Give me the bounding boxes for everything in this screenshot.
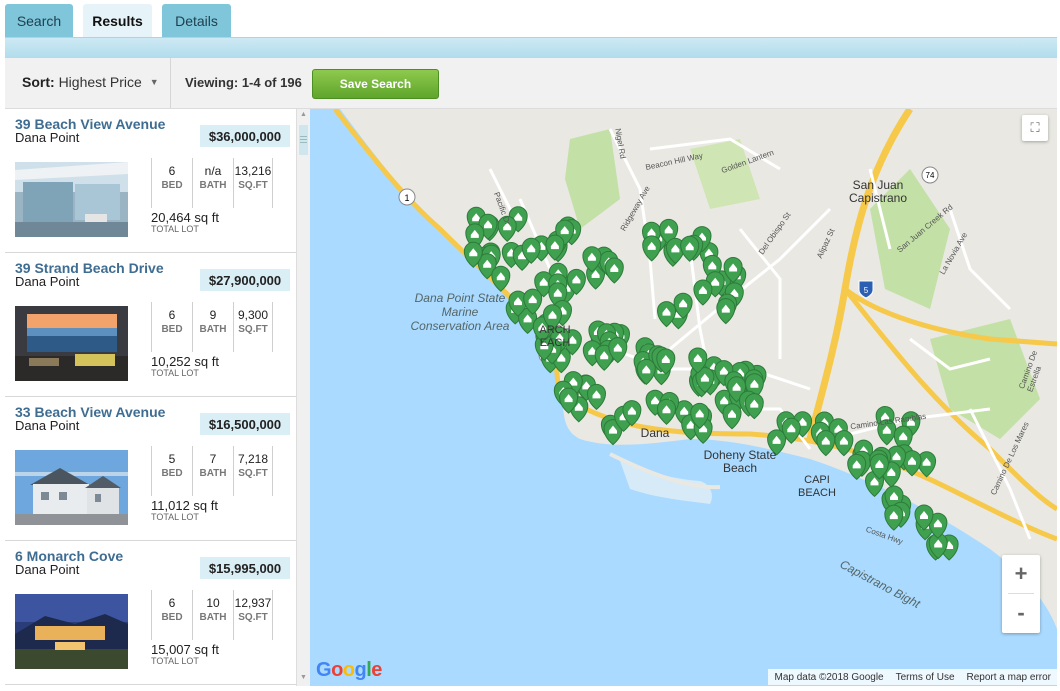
listing-photo[interactable] <box>15 594 128 669</box>
zoom-out-button[interactable]: - <box>1002 594 1040 632</box>
dana-label: Dana <box>640 426 670 440</box>
property-marker[interactable] <box>604 257 624 284</box>
listing-price: $27,900,000 <box>200 269 290 291</box>
save-search-button[interactable]: Save Search <box>312 69 439 99</box>
doheny-label: Doheny State Beach <box>703 448 777 475</box>
svg-text:1: 1 <box>404 193 409 203</box>
sort-dropdown[interactable]: Sort: Highest Price ▼ <box>22 74 159 90</box>
ocean <box>310 109 1057 686</box>
sqft-stat: 7,218 SQ.FT <box>233 446 273 496</box>
harbor-district-label: ARCH EACH <box>539 324 571 349</box>
property-marker[interactable] <box>716 298 736 325</box>
lot-size: 15,007 sq ft <box>151 642 219 657</box>
list-scrollbar[interactable]: ▲ ▼ <box>296 109 310 686</box>
listing-stats: 6 BED n/a BATH 13,216 SQ.FT <box>151 158 273 208</box>
zoom-in-button[interactable]: + <box>1002 555 1040 593</box>
listing-card[interactable]: 39 Beach View Avenue Dana Point $36,000,… <box>5 109 296 253</box>
listing-city: Dana Point <box>15 130 80 145</box>
grip-icon <box>300 136 307 137</box>
listing-stats: 6 BED 9 BATH 9,300 SQ.FT <box>151 302 273 352</box>
zoom-control: + - <box>1002 555 1040 633</box>
map-data-credit: Map data ©2018 Google <box>774 671 884 683</box>
google-logo[interactable]: Google <box>316 659 382 682</box>
tab-search[interactable]: Search <box>5 4 73 38</box>
fullscreen-button[interactable]: ⛶ <box>1022 115 1048 141</box>
bed-stat: 6 BED <box>151 302 192 352</box>
header-band <box>5 37 1057 58</box>
listing-price: $16,500,000 <box>200 413 290 435</box>
listing-city: Dana Point <box>15 274 80 289</box>
property-marker[interactable] <box>586 383 607 411</box>
listing-photo[interactable] <box>15 162 128 237</box>
lot-size: 11,012 sq ft <box>151 498 218 513</box>
listing-price: $36,000,000 <box>200 125 290 147</box>
listing-stats: 6 BED 10 BATH 12,937 SQ.FT <box>151 590 273 640</box>
lot-label: TOTAL LOT <box>151 368 199 378</box>
bath-stat: 9 BATH <box>192 302 233 352</box>
route-shield-1: 1 <box>398 188 416 206</box>
map-canvas[interactable]: 1 1 74 5 <box>310 109 1057 686</box>
scroll-up-icon[interactable]: ▲ <box>297 111 310 121</box>
svg-text:5: 5 <box>864 286 869 295</box>
tab-details[interactable]: Details <box>162 4 231 38</box>
chevron-down-icon: ▼ <box>149 77 159 87</box>
route-shield-5: 5 <box>858 280 874 299</box>
property-marker[interactable] <box>816 430 836 457</box>
bath-stat: 10 BATH <box>192 590 233 640</box>
sqft-stat: 9,300 SQ.FT <box>233 302 273 352</box>
listing-list: 39 Beach View Avenue Dana Point $36,000,… <box>5 109 296 686</box>
svg-text:74: 74 <box>926 171 935 180</box>
listing-city: Dana Point <box>15 418 80 433</box>
listing-card[interactable]: 33 Beach View Avenue Dana Point $16,500,… <box>5 397 296 541</box>
property-marker[interactable] <box>636 358 656 386</box>
sqft-stat: 12,937 SQ.FT <box>233 590 273 640</box>
lot-size: 20,464 sq ft <box>151 210 219 225</box>
lot-size: 10,252 sq ft <box>151 354 219 369</box>
listing-photo[interactable] <box>15 306 128 381</box>
marine-area-label: Dana Point State Marine Conservation Are… <box>410 291 510 333</box>
results-toolbar: Sort: Highest Price ▼ Viewing: 1-4 of 19… <box>5 58 1057 109</box>
property-marker[interactable] <box>642 235 662 262</box>
listing-stats: 5 BED 7 BATH 7,218 SQ.FT <box>151 446 273 496</box>
capo-beach-label: CAPI BEACH <box>798 474 836 499</box>
report-error-link[interactable]: Report a map error <box>967 672 1051 683</box>
viewing-count: Viewing: 1-4 of 196 <box>185 75 302 90</box>
fullscreen-icon: ⛶ <box>1030 120 1040 135</box>
bath-stat: 7 BATH <box>192 446 233 496</box>
listing-city: Dana Point <box>15 562 80 577</box>
map-attribution: Map data ©2018 Google Terms of Use Repor… <box>768 669 1057 685</box>
park-area <box>565 129 620 229</box>
property-marker[interactable] <box>722 403 742 430</box>
sort-label: Sort: <box>22 74 55 90</box>
lot-label: TOTAL LOT <box>151 512 199 522</box>
route-shield-74: 74 <box>921 166 939 184</box>
toolbar-divider <box>170 58 171 108</box>
property-marker[interactable] <box>656 398 677 425</box>
bed-stat: 6 BED <box>151 158 192 208</box>
listing-photo[interactable] <box>15 450 128 525</box>
listing-price: $15,995,000 <box>200 557 290 579</box>
tab-results[interactable]: Results <box>83 4 152 38</box>
lot-label: TOTAL LOT <box>151 656 199 666</box>
bed-stat: 5 BED <box>151 446 192 496</box>
tab-bar: Search Results Details <box>0 0 1060 38</box>
sqft-stat: 13,216 SQ.FT <box>233 158 273 208</box>
bed-stat: 6 BED <box>151 590 192 640</box>
listing-card[interactable]: 6 Monarch Cove Dana Point $15,995,000 6B… <box>5 541 296 685</box>
scroll-down-icon[interactable]: ▼ <box>297 674 310 684</box>
bath-stat: n/a BATH <box>192 158 233 208</box>
city-label-san-juan: San Juan Capistrano <box>848 178 908 205</box>
sort-value: Highest Price <box>58 74 142 90</box>
listing-card[interactable]: 39 Strand Beach Drive Dana Point $27,900… <box>5 253 296 397</box>
lot-label: TOTAL LOT <box>151 224 199 234</box>
scroll-thumb[interactable] <box>299 125 308 155</box>
map-view[interactable]: 1 1 74 5 San Juan Capistrano Dana Point … <box>310 109 1057 686</box>
terms-link[interactable]: Terms of Use <box>896 672 955 683</box>
